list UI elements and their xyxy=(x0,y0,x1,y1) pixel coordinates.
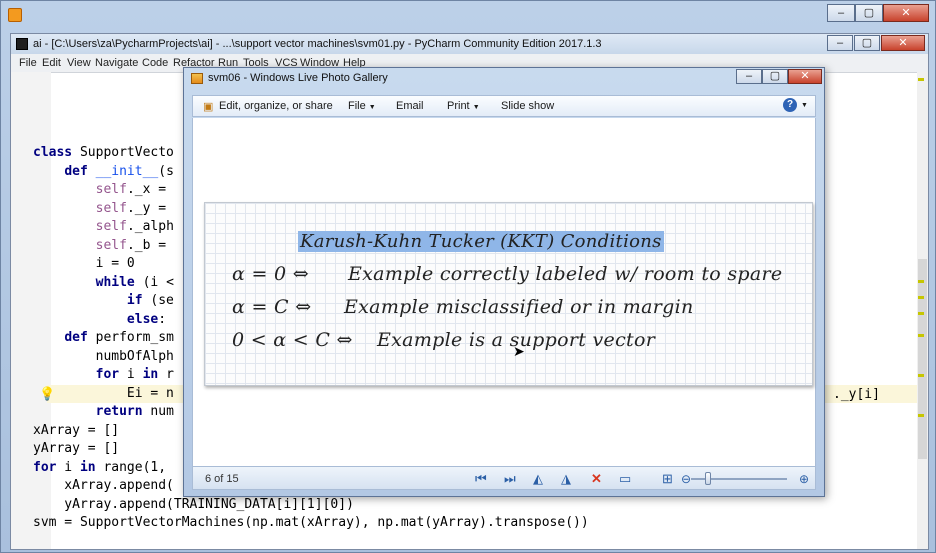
pycharm-title: ai - [C:\Users\za\PycharmProjects\ai] - … xyxy=(33,38,602,50)
pycharm-close-button[interactable]: ✕ xyxy=(881,35,925,51)
row3-condition: 0 < α < C ⇔ xyxy=(232,329,353,351)
kkt-slide-image: Karush-Kuhn Tucker (KKT) Conditions α = … xyxy=(204,202,813,386)
chevron-down-icon: ▼ xyxy=(472,104,480,111)
image-counter: 6 of 15 xyxy=(205,473,239,485)
slide-show-button[interactable]: Slide show xyxy=(501,100,554,112)
menu-code[interactable]: Code xyxy=(142,57,168,69)
email-button[interactable]: Email xyxy=(396,100,424,112)
slideshow-icon[interactable]: ▭ xyxy=(619,471,631,487)
mouse-cursor-icon: ➤ xyxy=(513,343,525,359)
gallery-statusbar: 6 of 15 ⏮ ⏭ ◭ ◮ ✕ ▭ ⊞ ⊖ ⊕ xyxy=(192,466,816,490)
app-icon xyxy=(8,8,22,22)
print-menu-label: Print xyxy=(447,100,470,112)
warning-marker[interactable] xyxy=(918,296,924,299)
rotate-right-icon[interactable]: ◮ xyxy=(561,471,571,487)
chevron-down-icon[interactable]: ▼ xyxy=(801,102,808,109)
menu-navigate[interactable]: Navigate xyxy=(95,57,138,69)
minimize-button[interactable]: – xyxy=(827,4,855,22)
pycharm-minimize-button[interactable]: – xyxy=(827,35,853,51)
warning-marker[interactable] xyxy=(918,78,924,81)
edit-organize-button[interactable]: Edit, organize, or share xyxy=(219,100,333,112)
code-line[interactable]: yArray.append(TRAINING_DATA[i][1][0]) xyxy=(33,496,589,515)
gallery-toolbar: ▣ Edit, organize, or share File ▼ Email … xyxy=(192,95,816,117)
warning-marker[interactable] xyxy=(918,312,924,315)
row1-condition: α = 0 ⇔ xyxy=(232,263,309,285)
row2-text: Example misclassified or in margin xyxy=(344,296,694,318)
pycharm-titlebar: ai - [C:\Users\za\PycharmProjects\ai] - … xyxy=(11,34,928,54)
gallery-maximize-button[interactable]: ▢ xyxy=(762,69,788,84)
print-menu-button[interactable]: Print ▼ xyxy=(447,100,480,112)
warning-marker[interactable] xyxy=(918,334,924,337)
code-line[interactable]: svm = SupportVectorMachines(np.mat(xArra… xyxy=(33,514,589,533)
menu-file[interactable]: File xyxy=(19,57,37,69)
pycharm-maximize-button[interactable]: ▢ xyxy=(854,35,880,51)
zoom-in-icon[interactable]: ⊕ xyxy=(799,472,809,486)
code-fragment-right: ._y[i] xyxy=(833,387,880,402)
gallery-close-button[interactable]: ✕ xyxy=(788,69,822,84)
gallery-minimize-button[interactable]: – xyxy=(736,69,762,84)
photo-gallery-icon xyxy=(191,73,203,84)
file-menu-button[interactable]: File ▼ xyxy=(348,100,376,112)
file-menu-label: File xyxy=(348,100,366,112)
rotate-left-icon[interactable]: ◭ xyxy=(533,471,543,487)
warning-marker[interactable] xyxy=(918,374,924,377)
row1-text: Example correctly labeled w/ room to spa… xyxy=(348,263,783,285)
warning-marker[interactable] xyxy=(918,414,924,417)
photo-gallery-window: svm06 - Windows Live Photo Gallery – ▢ ✕… xyxy=(183,67,825,497)
zoom-out-icon[interactable]: ⊖ xyxy=(681,472,691,486)
next-icon[interactable]: ⏭ xyxy=(504,471,516,487)
zoom-slider-handle[interactable] xyxy=(705,472,711,485)
menu-edit[interactable]: Edit xyxy=(42,57,61,69)
maximize-button[interactable]: ▢ xyxy=(855,4,883,22)
previous-icon[interactable]: ⏮ xyxy=(475,471,487,487)
chevron-down-icon: ▼ xyxy=(368,104,376,111)
close-button[interactable]: ✕ xyxy=(883,4,929,22)
row2-condition: α = C ⇔ xyxy=(232,296,312,318)
slide-title: Karush-Kuhn Tucker (KKT) Conditions xyxy=(298,231,664,252)
help-icon[interactable]: ? xyxy=(783,98,797,112)
menu-view[interactable]: View xyxy=(67,57,91,69)
photo-gallery-title: svm06 - Windows Live Photo Gallery xyxy=(208,72,388,84)
pycharm-icon xyxy=(16,38,28,50)
edit-organize-icon: ▣ xyxy=(203,101,214,113)
fit-to-window-icon[interactable]: ⊞ xyxy=(662,471,673,487)
warning-marker[interactable] xyxy=(918,280,924,283)
scrollbar-thumb[interactable] xyxy=(918,259,927,459)
delete-icon[interactable]: ✕ xyxy=(591,471,602,487)
